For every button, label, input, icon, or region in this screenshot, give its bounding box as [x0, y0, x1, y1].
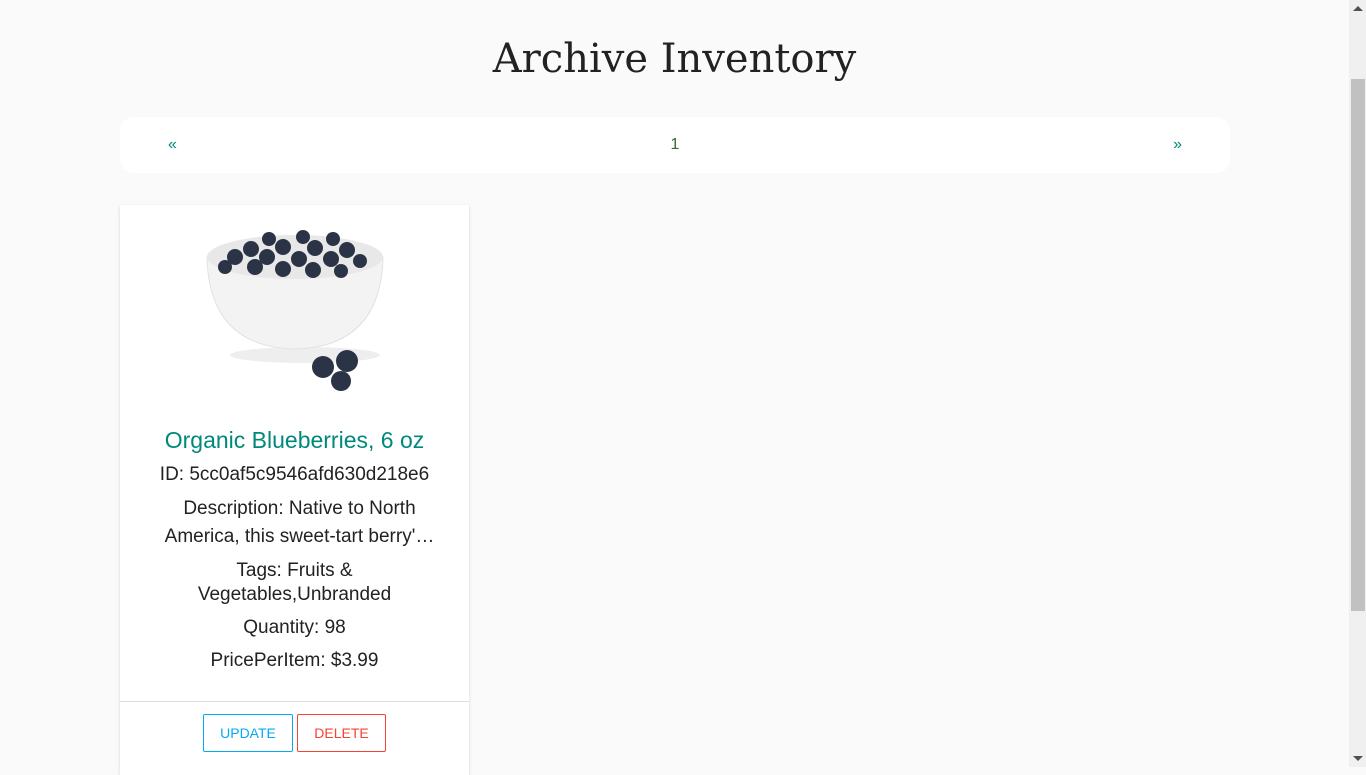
pagination: « 1 » [120, 117, 1230, 173]
product-name[interactable]: Organic Blueberries, 6 oz [120, 427, 469, 454]
page-title: Archive Inventory [492, 36, 857, 82]
scrollbar[interactable] [1349, 0, 1366, 767]
card-actions: UPDATE DELETE [120, 714, 469, 752]
update-button[interactable]: UPDATE [203, 714, 293, 752]
pagination-next[interactable]: » [1173, 136, 1182, 154]
product-id: ID: 5cc0af5c9546afd630d218e6 [159, 464, 430, 485]
pagination-page-1[interactable]: 1 [671, 136, 680, 154]
product-description: Description: Native to North America, th… [164, 498, 435, 547]
scrollbar-thumb[interactable] [1351, 79, 1365, 611]
card-divider [120, 701, 469, 702]
product-quantity: Quantity: 98 [243, 617, 346, 638]
product-card: Organic Blueberries, 6 oz ID: 5cc0af5c95… [120, 205, 469, 775]
pagination-prev[interactable]: « [168, 136, 177, 154]
delete-button[interactable]: DELETE [297, 714, 386, 752]
scroll-up-icon[interactable] [1353, 6, 1363, 11]
product-image [205, 230, 384, 391]
product-tags: Tags: Fruits & Vegetables,Unbranded [197, 560, 392, 605]
product-price: PricePerItem: $3.99 [210, 650, 379, 671]
scroll-down-icon[interactable] [1353, 756, 1363, 761]
